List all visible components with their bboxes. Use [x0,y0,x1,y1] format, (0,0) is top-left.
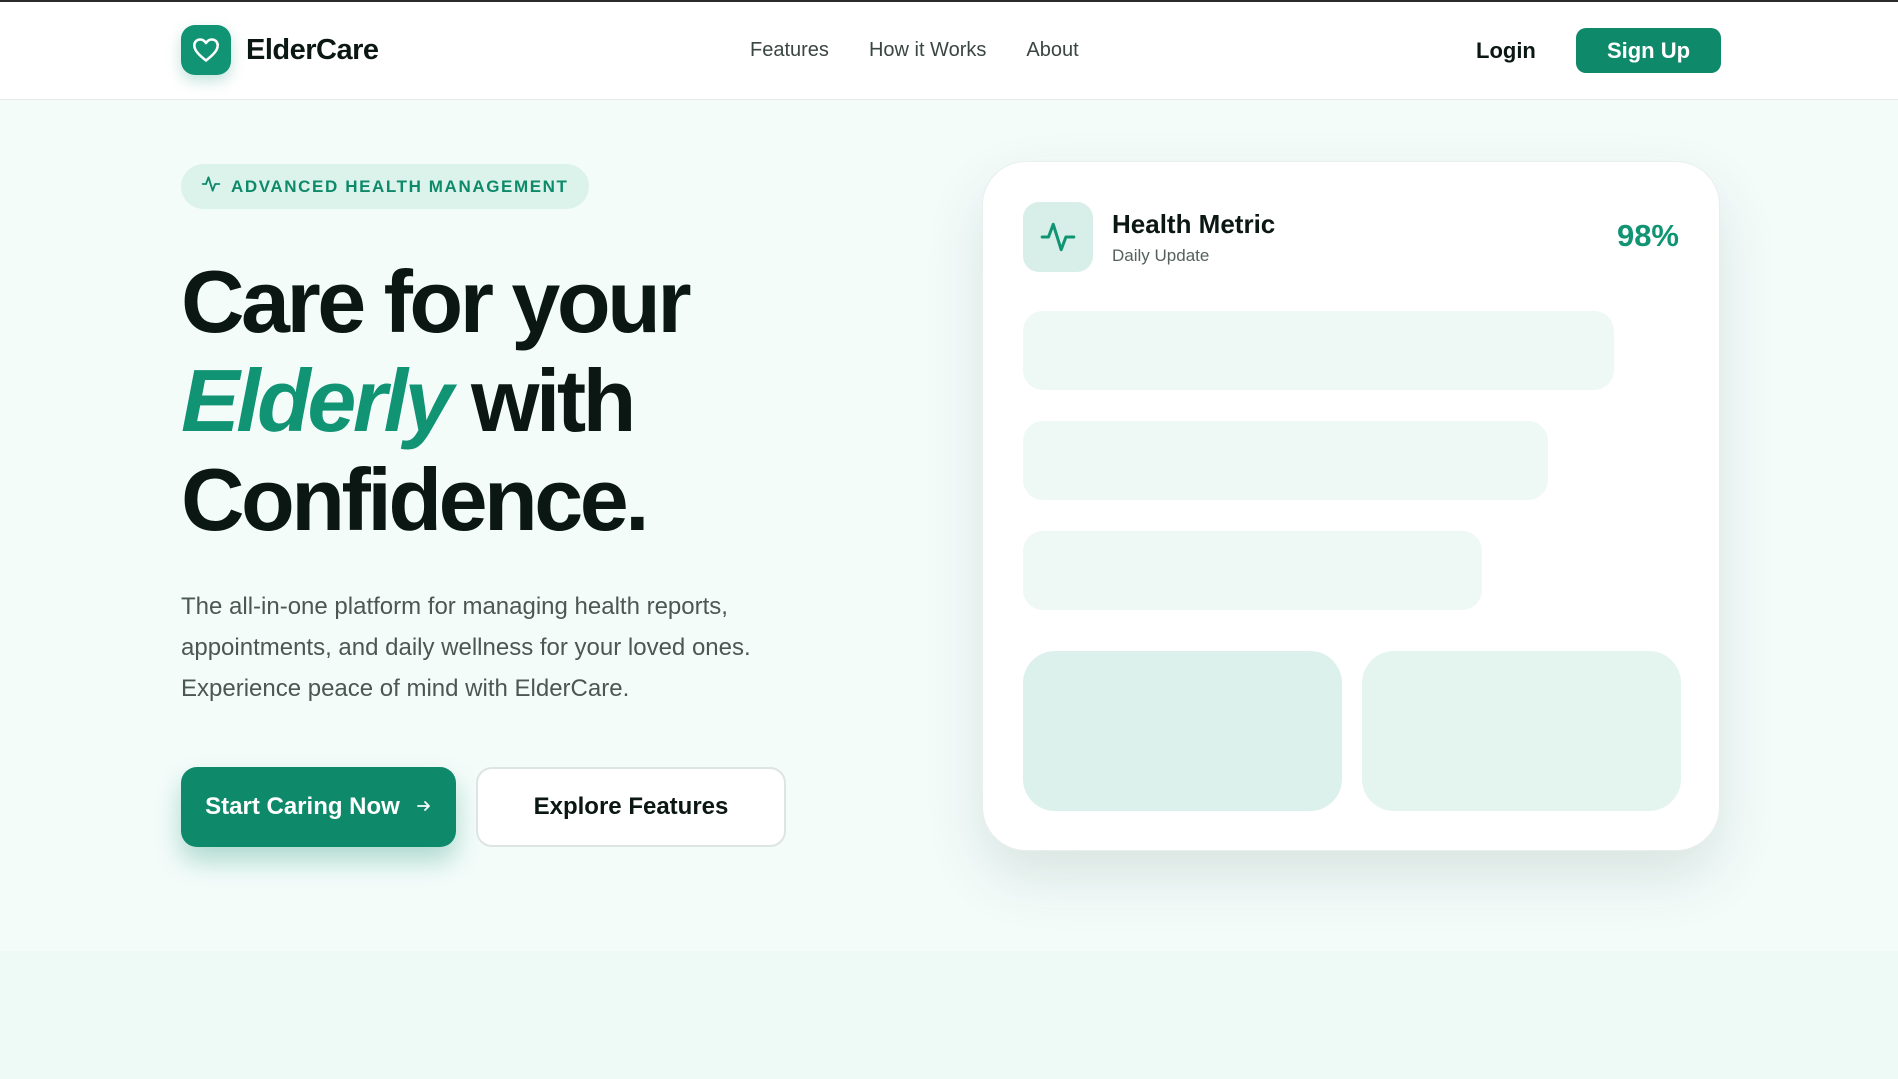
start-caring-label: Start Caring Now [205,793,400,820]
hero-subtext: The all-in-one platform for managing hea… [181,593,751,702]
next-section-band [0,951,1898,1079]
nav-item-how-it-works[interactable]: How it Works [869,39,986,62]
metric-title: Health Metric [1112,209,1276,239]
placeholder-bar [1023,421,1548,500]
pulse-icon [1023,202,1093,272]
explore-features-button[interactable]: Explore Features [476,767,786,847]
nav-item-features[interactable]: Features [750,39,829,62]
nav-item-about[interactable]: About [1026,39,1078,62]
headline-line-1: Care for your [181,252,692,351]
start-caring-button[interactable]: Start Caring Now [181,767,456,847]
heart-icon [181,25,231,75]
hero-headline: Care for your Elderly with Confidence. [181,252,881,549]
placeholder-bar [1023,311,1614,390]
health-metric-card: Health Metric Daily Update 98% [982,161,1720,851]
pulse-icon [201,174,221,199]
signup-button[interactable]: Sign Up [1576,28,1721,73]
placeholder-tile [1362,651,1681,811]
site-header: ElderCare Features How it Works About Lo… [0,2,1898,100]
main-nav: Features How it Works About [750,39,1079,62]
headline-line-2: with [470,351,636,450]
badge-text: ADVANCED HEALTH MANAGEMENT [231,176,569,196]
login-link[interactable]: Login [1476,38,1536,64]
arrow-right-icon [416,793,432,821]
headline-accent: Elderly [181,351,453,450]
placeholder-tile [1023,651,1342,811]
brand[interactable]: ElderCare [181,25,379,75]
metric-value: 98% [1616,218,1679,253]
placeholder-bar [1023,531,1482,610]
metric-subtitle: Daily Update [1112,246,1210,265]
brand-name: ElderCare [246,33,379,66]
headline-line-3: Confidence. [181,450,650,549]
feature-badge: ADVANCED HEALTH MANAGEMENT [181,164,589,209]
